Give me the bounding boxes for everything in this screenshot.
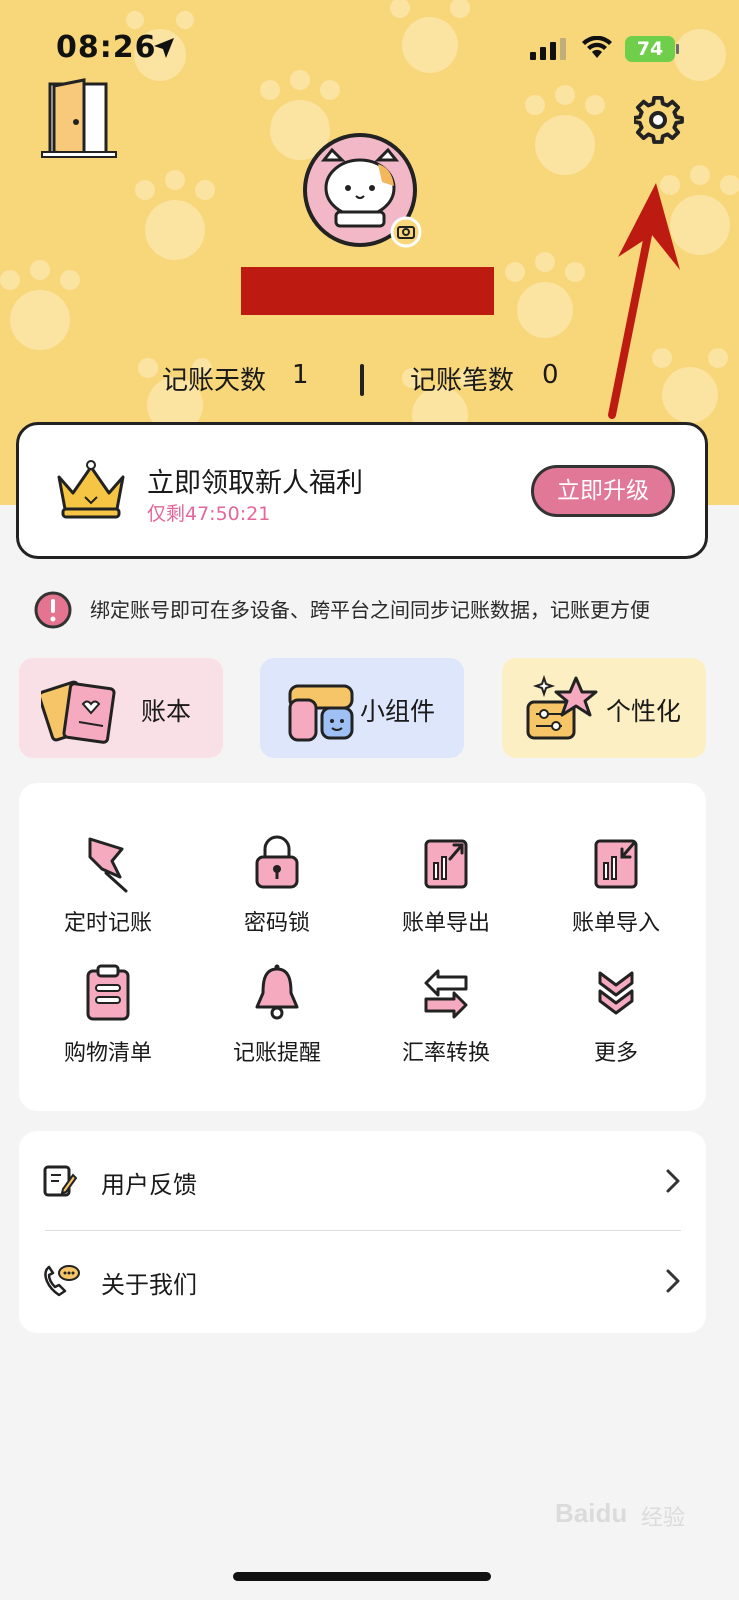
tool-exchange-rate[interactable]: 汇率转换 <box>361 963 531 1083</box>
menu-item-about-us[interactable]: 关于我们 <box>19 1231 706 1331</box>
feature-label: 个性化 <box>606 697 682 726</box>
tool-reminder[interactable]: 记账提醒 <box>192 963 362 1083</box>
watermark-brand: Baidu <box>555 1498 628 1528</box>
tool-bill-import[interactable]: 账单导入 <box>531 833 701 953</box>
feature-account-book[interactable]: 账本 <box>19 658 223 758</box>
account-book-icon <box>41 680 116 744</box>
sync-notice-text: 绑定账号即可在多设备、跨平台之间同步记账数据，记账更方便 <box>90 598 650 622</box>
settings-menu-list: 用户反馈 关于我们 <box>19 1131 706 1333</box>
phone-chat-icon <box>44 1265 80 1297</box>
tool-label: 购物清单 <box>63 1041 152 1066</box>
exchange-arrows-icon <box>424 969 468 1019</box>
clipboard-icon <box>86 964 130 1021</box>
tool-shopping-list[interactable]: 购物清单 <box>23 963 193 1083</box>
clock-time: 08:26 <box>56 30 157 65</box>
tool-more[interactable]: 更多 <box>531 963 701 1083</box>
tools-grid: 定时记账 密码锁 账单导出 账单导入 购物清单 记账提醒 汇率转换 更多 <box>19 783 706 1111</box>
battery-cap <box>676 44 679 54</box>
tool-label: 记账提醒 <box>232 1041 321 1066</box>
tool-scheduled-entry[interactable]: 定时记账 <box>23 833 193 953</box>
feature-widgets[interactable]: 小组件 <box>260 658 464 758</box>
tool-label: 密码锁 <box>243 911 310 936</box>
username-redaction <box>241 267 494 315</box>
avatar[interactable] <box>302 132 430 250</box>
feature-personalize[interactable]: 个性化 <box>502 658 706 758</box>
sync-notice-banner[interactable]: 绑定账号即可在多设备、跨平台之间同步记账数据，记账更方便 <box>0 586 739 632</box>
door-icon[interactable] <box>40 78 118 160</box>
new-user-promo-card[interactable]: 立即领取新人福利 仅剩47:50:21 立即升级 <box>16 422 708 559</box>
stats-divider <box>360 364 364 396</box>
bell-icon <box>255 964 299 1020</box>
tool-label: 定时记账 <box>63 911 152 936</box>
home-indicator[interactable] <box>233 1572 491 1581</box>
location-arrow-icon <box>154 38 174 58</box>
stat-value-days: 1 <box>292 360 309 390</box>
double-chevron-down-icon <box>598 971 634 1015</box>
promo-title: 立即领取新人福利 <box>147 468 363 499</box>
tool-bill-export[interactable]: 账单导出 <box>361 833 531 953</box>
menu-item-feedback[interactable]: 用户反馈 <box>19 1131 706 1231</box>
feature-label: 账本 <box>141 697 192 726</box>
crown-icon <box>57 460 125 519</box>
chevron-right-icon <box>666 1269 680 1293</box>
stat-label-days: 记账天数 <box>162 366 267 396</box>
watermark-suffix: 经验 <box>641 1506 686 1531</box>
battery-level: 74 <box>625 36 675 62</box>
feature-label: 小组件 <box>360 697 436 726</box>
upgrade-now-button[interactable]: 立即升级 <box>531 465 675 517</box>
cellular-signal-icon <box>530 38 566 60</box>
promo-countdown: 仅剩47:50:21 <box>147 503 271 525</box>
menu-label: 用户反馈 <box>101 1171 197 1199</box>
baidu-watermark: Baidu 经验 <box>555 1494 715 1534</box>
bill-export-icon <box>424 839 468 889</box>
exclamation-icon <box>34 591 72 629</box>
tool-label: 账单导入 <box>571 911 660 936</box>
padlock-icon <box>255 835 299 889</box>
wifi-icon <box>582 36 612 58</box>
tool-password-lock[interactable]: 密码锁 <box>192 833 362 953</box>
personalize-icon <box>526 674 598 740</box>
stat-label-entries: 记账笔数 <box>410 366 515 396</box>
stats-row: 记账天数 1 记账笔数 0 <box>0 360 739 400</box>
stat-value-entries: 0 <box>542 360 559 390</box>
tool-label: 更多 <box>593 1041 638 1066</box>
tool-label: 账单导出 <box>401 911 490 936</box>
bill-import-icon <box>594 839 638 889</box>
chevron-right-icon <box>666 1169 680 1193</box>
tool-label: 汇率转换 <box>401 1041 490 1066</box>
widgets-icon <box>288 684 354 742</box>
feedback-edit-icon <box>43 1165 77 1197</box>
gear-icon[interactable] <box>634 96 684 146</box>
pushpin-icon <box>88 837 128 893</box>
menu-label: 关于我们 <box>101 1271 197 1299</box>
